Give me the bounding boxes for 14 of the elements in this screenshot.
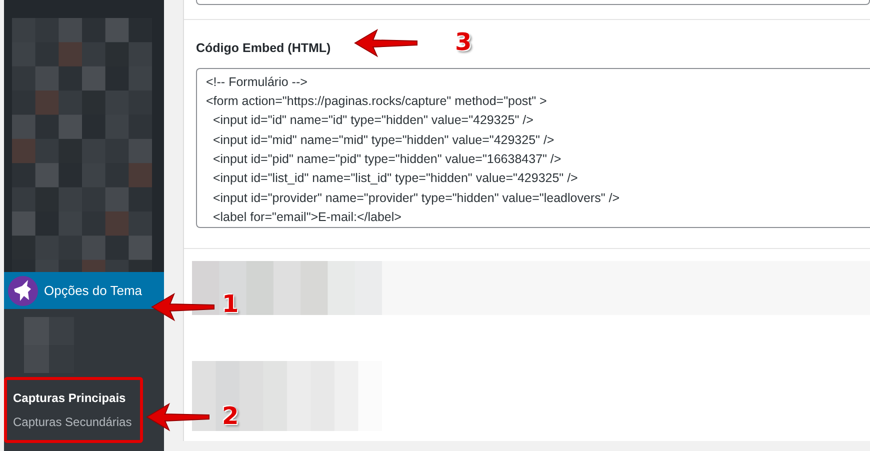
arrow <box>150 292 216 322</box>
arrow <box>353 28 419 58</box>
submenu-item[interactable]: Capturas Principais <box>13 389 126 407</box>
wolf-logo-icon <box>8 276 38 306</box>
menu-item[interactable]: Opções do Tema <box>4 272 164 309</box>
arrow <box>145 402 211 432</box>
code-field[interactable]: <!-- Formulário --> <form action="https://paginas.rocks/capture" method="post" > <input id="id" name="id" type="hidden" value="429325" /> <input id="mid" name="mid" type="hidden" value="429325" /> <input id="pid" name="pid" type="hidden" value="16638437" /> <input id="list_id" name="list_id" type="hidden" value="429325" /> <input id="provider" name="provider" type="hidden" value="leadlovers" /> <label for="email">E-mail:</label> <box>196 68 870 228</box>
submenu-item[interactable]: Capturas Secundárias <box>13 413 132 431</box>
pixelated-redaction <box>24 317 74 373</box>
annotation-number: 1 <box>222 292 239 316</box>
annotation-number: 3 <box>455 30 472 54</box>
field-label: Código Embed (HTML) <box>196 40 331 57</box>
text-field[interactable] <box>196 0 870 5</box>
annotation-number: 2 <box>222 404 239 428</box>
